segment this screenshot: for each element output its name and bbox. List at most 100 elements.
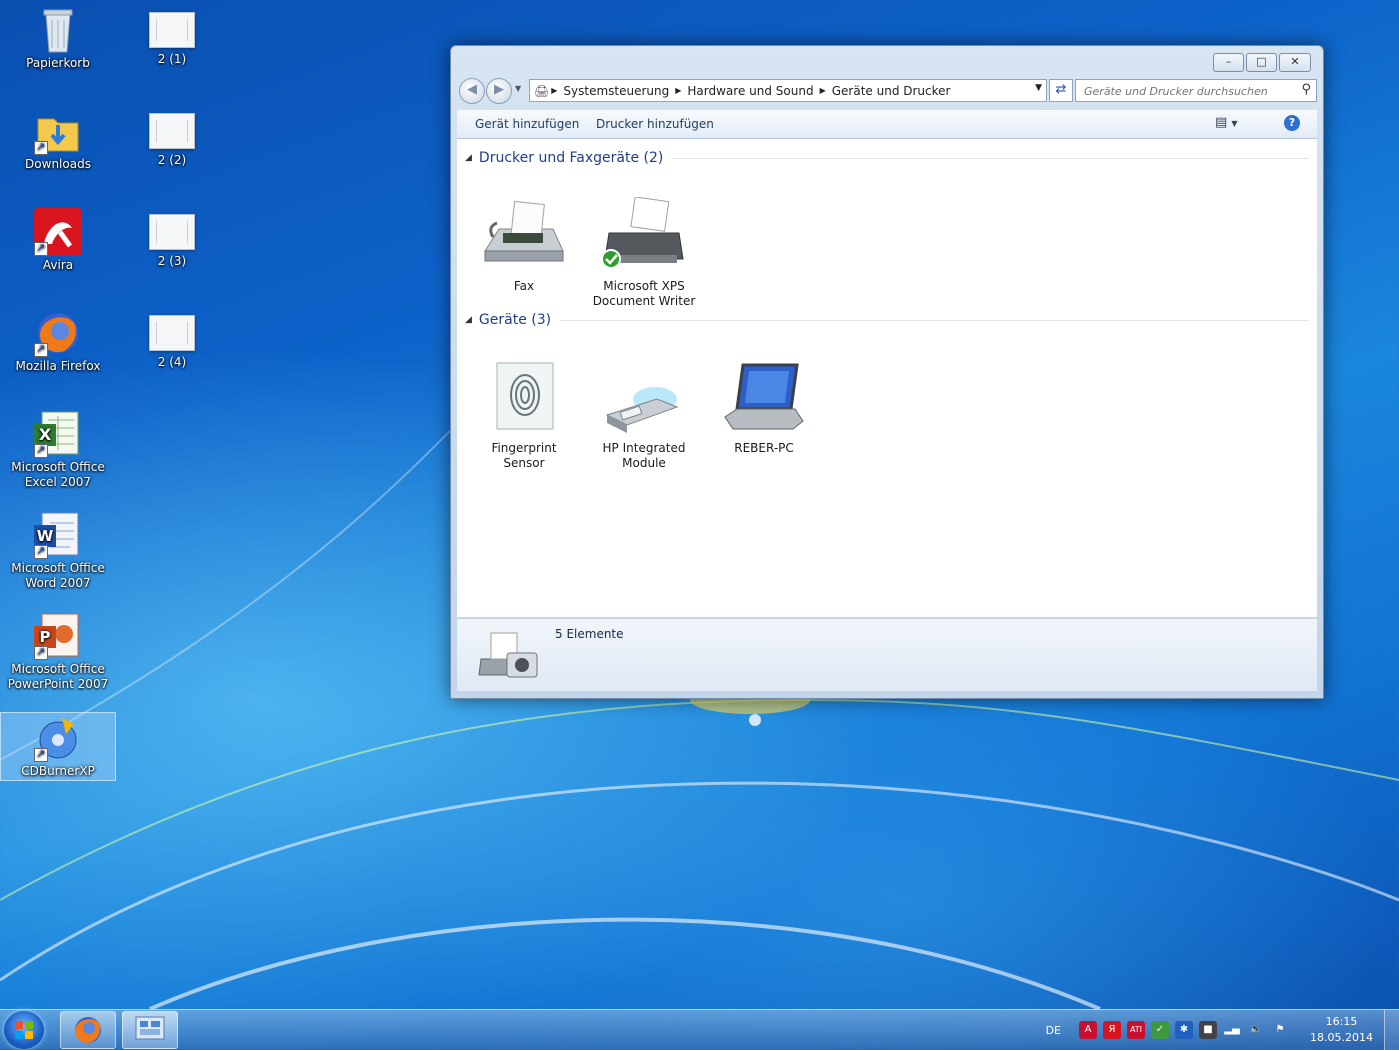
avira-tray-icon[interactable]: Я <box>1103 1021 1121 1039</box>
devices-and-printers-icon <box>477 625 541 685</box>
firefox-icon <box>75 1017 101 1043</box>
desktop-icon-label: Mozilla Firefox <box>15 359 101 373</box>
desktop-icon-cdburnerxp[interactable]: CDBurnerXP <box>0 712 116 781</box>
device-xps-writer[interactable]: Microsoft XPS Document Writer <box>589 196 699 309</box>
signal-strength-icon[interactable]: ▂▄ <box>1223 1021 1241 1039</box>
search-input[interactable] <box>1082 81 1296 101</box>
network-device-icon[interactable]: ■ <box>1199 1021 1217 1039</box>
forward-button[interactable]: ▶ <box>486 78 512 104</box>
clock-time: 16:15 <box>1325 1015 1358 1028</box>
powerpoint-icon: P <box>34 612 82 660</box>
start-button[interactable] <box>4 1011 44 1049</box>
ati-tray-icon[interactable]: ATI <box>1127 1021 1145 1039</box>
desktop-icon-label: Microsoft Office PowerPoint 2007 <box>7 662 109 691</box>
breadcrumb-geraete-und-drucker[interactable]: Geräte und Drucker <box>832 84 951 98</box>
recent-pages-dropdown[interactable]: ▼ <box>515 84 521 93</box>
file-thumbnail-icon <box>149 12 195 48</box>
show-desktop-button[interactable] <box>1384 1010 1399 1050</box>
system-tray: DE A Я ATI ✓ ✱ ■ ▂▄ 🔈 ⚑ <box>1046 1010 1289 1050</box>
device-label: Fingerprint Sensor <box>491 441 557 470</box>
breadcrumb-systemsteuerung[interactable]: Systemsteuerung <box>563 84 669 98</box>
bluetooth-icon[interactable]: ✱ <box>1175 1021 1193 1039</box>
desktop-icon-recycle-bin[interactable]: Papierkorb <box>2 0 114 80</box>
collapse-triangle-icon[interactable]: ◢ <box>465 315 472 325</box>
close-button[interactable]: ✕ <box>1279 53 1311 72</box>
search-box[interactable]: ⚲ <box>1075 79 1317 102</box>
device-fax[interactable]: Fax <box>469 197 579 294</box>
address-bar[interactable]: 🖨 ▶ Systemsteuerung ▶ Hardware und Sound… <box>529 79 1047 102</box>
control-panel-icon <box>135 1016 165 1040</box>
device-label: Microsoft XPS Document Writer <box>592 279 696 308</box>
device-reber-pc[interactable]: REBER-PC <box>709 359 819 456</box>
fax-icon <box>479 197 569 277</box>
breadcrumb-separator[interactable]: ▶ <box>675 86 681 95</box>
group-divider <box>671 157 1309 159</box>
desktop-icon-label: Microsoft Office Excel 2007 <box>11 460 105 489</box>
desktop-icon-downloads[interactable]: Downloads <box>2 101 114 181</box>
add-device-button[interactable]: Gerät hinzufügen <box>475 117 579 131</box>
action-center-flag-icon[interactable]: ⚑ <box>1271 1021 1289 1039</box>
safely-remove-hardware-icon[interactable]: ✓ <box>1151 1021 1169 1039</box>
desktop-icon-label: Microsoft Office Word 2007 <box>11 561 105 590</box>
help-icon[interactable]: ? <box>1284 115 1300 131</box>
volume-icon[interactable]: 🔈 <box>1247 1021 1265 1039</box>
address-dropdown-icon[interactable]: ▼ <box>1035 83 1042 93</box>
group-title: Drucker und Faxgeräte (2) <box>478 150 664 166</box>
view-options-icon[interactable]: ▤ ▼ <box>1215 115 1243 130</box>
control-panel-icon: 🖨 <box>534 83 550 98</box>
desktop-icon-label: Downloads <box>25 157 91 171</box>
device-label: HP Integrated Module <box>602 441 686 470</box>
desktop-file-2-2[interactable]: 2 (2) <box>116 101 228 181</box>
group-title: Geräte (3) <box>478 312 552 328</box>
desktop-file-2-3[interactable]: 2 (3) <box>116 202 228 282</box>
excel-icon: X <box>34 410 82 458</box>
fingerprint-icon <box>479 359 569 439</box>
language-indicator[interactable]: DE <box>1046 1024 1061 1037</box>
desktop-icon-word[interactable]: W Microsoft Office Word 2007 <box>2 505 114 595</box>
breadcrumb-separator[interactable]: ▶ <box>820 86 826 95</box>
file-thumbnail-icon <box>149 315 195 351</box>
clock[interactable]: 16:15 18.05.2014 <box>1310 1014 1373 1046</box>
minimize-button[interactable]: – <box>1213 53 1244 72</box>
breadcrumb-separator[interactable]: ▶ <box>551 86 557 95</box>
group-header-printers[interactable]: ◢ Drucker und Faxgeräte (2) <box>465 149 1309 167</box>
collapse-triangle-icon[interactable]: ◢ <box>465 153 472 163</box>
desktop-icon-label: Avira <box>42 258 74 272</box>
breadcrumb-hardware-und-sound[interactable]: Hardware und Sound <box>687 84 813 98</box>
pdf-tray-icon[interactable]: A <box>1079 1021 1097 1039</box>
details-pane: 5 Elemente <box>457 618 1317 691</box>
desktop-icon-label: 2 (3) <box>157 254 187 268</box>
taskbar-firefox-button[interactable] <box>60 1011 116 1049</box>
refresh-button[interactable]: ⇄ <box>1049 79 1073 102</box>
device-hp-integrated-module[interactable]: HP Integrated Module <box>589 359 699 471</box>
usb-module-icon <box>599 359 689 439</box>
maximize-button[interactable]: □ <box>1246 53 1277 72</box>
laptop-icon <box>719 359 809 439</box>
shortcut-arrow-icon <box>34 240 48 256</box>
device-label: Fax <box>513 279 535 293</box>
desktop-icon-avira[interactable]: Avira <box>2 202 114 282</box>
desktop-file-2-1[interactable]: 2 (1) <box>116 0 228 80</box>
cdburnerxp-icon <box>34 714 82 762</box>
shortcut-arrow-icon <box>34 442 48 458</box>
search-icon[interactable]: ⚲ <box>1301 82 1311 97</box>
desktop-icon-firefox[interactable]: Mozilla Firefox <box>2 303 114 383</box>
window-controls: – □ ✕ <box>1213 53 1311 72</box>
desktop-icon-label: 2 (2) <box>157 153 187 167</box>
taskbar-control-panel-button[interactable] <box>122 1011 178 1049</box>
shortcut-arrow-icon <box>34 543 48 559</box>
device-fingerprint-sensor[interactable]: Fingerprint Sensor <box>469 359 579 471</box>
desktop-file-2-4[interactable]: 2 (4) <box>116 303 228 383</box>
group-header-devices[interactable]: ◢ Geräte (3) <box>465 311 1309 329</box>
recycle-bin-icon <box>34 6 82 54</box>
devices-content-area: ◢ Drucker und Faxgeräte (2) Fax Microsof… <box>457 139 1317 617</box>
shortcut-arrow-icon <box>34 644 48 660</box>
desktop-icon-excel[interactable]: X Microsoft Office Excel 2007 <box>2 404 114 494</box>
file-thumbnail-icon <box>149 113 195 149</box>
downloads-folder-icon <box>34 107 82 155</box>
item-count: 5 Elemente <box>555 627 624 641</box>
desktop-icon-powerpoint[interactable]: P Microsoft Office PowerPoint 2007 <box>2 606 114 696</box>
device-label: REBER-PC <box>734 441 794 455</box>
back-button[interactable]: ◀ <box>459 78 485 104</box>
add-printer-button[interactable]: Drucker hinzufügen <box>596 117 714 131</box>
